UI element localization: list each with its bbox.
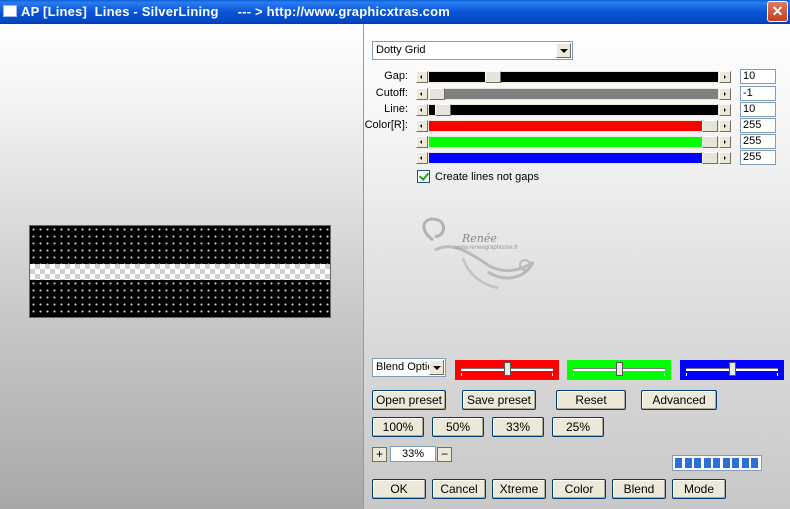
slider-thumb[interactable] [702, 120, 718, 132]
slider-track[interactable] [429, 105, 718, 115]
zoom-level-field[interactable]: 33% [390, 446, 436, 462]
slider-track[interactable] [429, 153, 718, 163]
slider-tick [461, 373, 462, 376]
slider-tick [777, 373, 778, 376]
gap-slider[interactable] [416, 71, 731, 83]
color-red-slider[interactable] [416, 120, 731, 132]
arrow-left-icon[interactable] [416, 104, 428, 116]
arrow-right-icon[interactable] [719, 71, 731, 83]
slider-tick [664, 373, 665, 376]
preset-dropdown[interactable]: Dotty Grid [372, 41, 573, 60]
progress-segment [694, 458, 701, 468]
progress-segment [713, 458, 720, 468]
dotted-grid-top [30, 226, 330, 264]
blend-options-dropdown[interactable]: Blend Optio [372, 358, 446, 377]
slider-thumb[interactable] [702, 136, 718, 148]
arrow-right-icon[interactable] [719, 152, 731, 164]
window-title: AP [Lines] Lines - SilverLining --- > ht… [21, 4, 450, 19]
cancel-button[interactable]: Cancel [432, 479, 486, 499]
blend-options-value: Blend Optio [376, 361, 431, 373]
progress-segment [722, 458, 730, 468]
arrow-right-icon[interactable] [719, 88, 731, 100]
preview-pane [0, 24, 363, 509]
xtreme-button[interactable]: Xtreme [492, 479, 546, 499]
arrow-right-icon[interactable] [719, 120, 731, 132]
slider-thumb[interactable] [429, 88, 445, 100]
create-lines-label: Create lines not gaps [435, 171, 539, 183]
progress-bar [672, 455, 762, 471]
preview-image[interactable] [29, 225, 331, 318]
slider-thumb[interactable] [485, 71, 501, 83]
open-preset-button[interactable]: Open preset [372, 390, 446, 410]
create-lines-checkbox[interactable] [417, 170, 430, 183]
ok-button[interactable]: OK [372, 479, 426, 499]
chevron-down-icon[interactable] [429, 360, 444, 375]
cutoff-slider[interactable] [416, 88, 731, 100]
arrow-right-icon[interactable] [719, 104, 731, 116]
line-value-field[interactable]: 10 [740, 102, 776, 117]
zoom-100-button[interactable]: 100% [372, 417, 424, 437]
slider-track[interactable] [429, 121, 718, 131]
cutoff-label: Cutoff: [375, 87, 408, 99]
arrow-right-icon[interactable] [719, 136, 731, 148]
zoom-50-button[interactable]: 50% [432, 417, 484, 437]
arrow-left-icon[interactable] [416, 136, 428, 148]
blue-channel-slider[interactable] [680, 360, 784, 380]
color-red-label: Color[R]: [364, 119, 408, 131]
slider-thumb[interactable] [435, 104, 451, 116]
preset-dropdown-value: Dotty Grid [376, 44, 426, 56]
arrow-left-icon[interactable] [416, 88, 428, 100]
window-icon [3, 5, 17, 17]
color-green-slider[interactable] [416, 136, 731, 148]
arrow-left-icon[interactable] [416, 120, 428, 132]
line-label: Line: [384, 103, 408, 115]
zoom-25-button[interactable]: 25% [552, 417, 604, 437]
arrow-left-icon[interactable] [416, 71, 428, 83]
progress-segment [684, 458, 692, 468]
slider-knob[interactable] [616, 362, 623, 376]
progress-segment [675, 458, 682, 468]
blend-button[interactable]: Blend [612, 479, 666, 499]
progress-segment [741, 458, 749, 468]
green-channel-slider[interactable] [567, 360, 671, 380]
reset-button[interactable]: Reset [556, 390, 626, 410]
cutoff-value-field[interactable]: -1 [740, 86, 776, 101]
progress-segment [703, 458, 711, 468]
zoom-in-button[interactable]: + [372, 447, 387, 462]
slider-track[interactable] [429, 89, 718, 99]
slider-tick [573, 373, 574, 376]
gap-value-field[interactable]: 10 [740, 69, 776, 84]
color-blue-slider[interactable] [416, 152, 731, 164]
title-bar: AP [Lines] Lines - SilverLining --- > ht… [0, 0, 790, 24]
slider-knob[interactable] [729, 362, 736, 376]
transparency-strip [30, 264, 330, 280]
watermark-subtext: www.reneegraphisme.fr [455, 245, 519, 251]
slider-tick [686, 373, 687, 376]
progress-segment [732, 458, 739, 468]
slider-track[interactable] [429, 137, 718, 147]
gap-label: Gap: [384, 70, 408, 82]
dotted-grid-bottom [30, 280, 330, 317]
watermark-logo [422, 217, 535, 290]
watermark-text: Renée [462, 232, 497, 245]
red-channel-slider[interactable] [455, 360, 559, 380]
slider-thumb[interactable] [702, 152, 718, 164]
line-slider[interactable] [416, 104, 731, 116]
arrow-left-icon[interactable] [416, 152, 428, 164]
zoom-out-button[interactable]: − [437, 447, 452, 462]
close-button[interactable]: ✕ [767, 1, 788, 22]
slider-tick [552, 373, 553, 376]
color-button[interactable]: Color [552, 479, 606, 499]
chevron-down-icon[interactable] [556, 43, 571, 58]
advanced-button[interactable]: Advanced [641, 390, 717, 410]
slider-track[interactable] [429, 72, 718, 82]
mode-button[interactable]: Mode [672, 479, 726, 499]
color-blue-value-field[interactable]: 255 [740, 150, 776, 165]
save-preset-button[interactable]: Save preset [462, 390, 536, 410]
zoom-33-button[interactable]: 33% [492, 417, 544, 437]
slider-knob[interactable] [504, 362, 511, 376]
progress-segment [751, 458, 758, 468]
color-green-value-field[interactable]: 255 [740, 134, 776, 149]
color-red-value-field[interactable]: 255 [740, 118, 776, 133]
